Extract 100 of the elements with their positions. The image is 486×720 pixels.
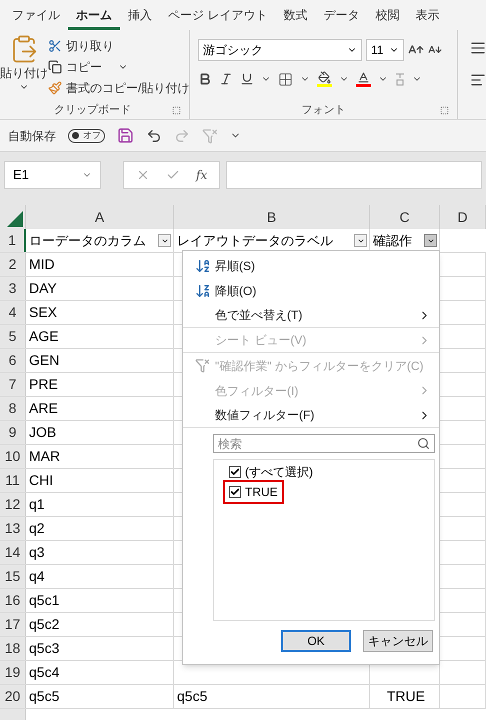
row-header[interactable]: 18	[0, 637, 26, 660]
ribbon-tab[interactable]: 数式	[275, 2, 316, 30]
table-cell-text: 確認作	[373, 232, 412, 250]
value-item[interactable]: TRUE	[225, 482, 282, 502]
dialog-launcher-icon[interactable]	[440, 106, 449, 114]
ribbon-tab[interactable]: 表示	[407, 2, 448, 30]
row-header[interactable]: 17	[0, 613, 26, 636]
ribbon-tab[interactable]: 校閲	[367, 2, 408, 30]
row-header[interactable]: 10	[0, 445, 26, 468]
row-header[interactable]: 8	[0, 397, 26, 420]
table-cell-text: q5c3	[29, 639, 60, 658]
row-header[interactable]: 9	[0, 421, 26, 444]
row-header[interactable]: 12	[0, 493, 26, 516]
row-header[interactable]: 1	[0, 229, 26, 252]
checkbox[interactable]	[229, 486, 241, 498]
row-header[interactable]: 2	[0, 253, 26, 276]
row-header[interactable]: 19	[0, 661, 26, 684]
paste-button[interactable]: 貼り付け	[0, 34, 48, 101]
italic-icon[interactable]	[219, 72, 233, 86]
borders-icon[interactable]	[278, 72, 293, 86]
table-cell-text: q2	[29, 519, 45, 538]
filter-dropdown-button[interactable]	[424, 234, 437, 247]
font-color-icon[interactable]	[356, 71, 371, 87]
row-header[interactable]: 14	[0, 541, 26, 564]
row-header[interactable]: 16	[0, 589, 26, 612]
table-cell-text: SEX	[29, 303, 58, 322]
search-field[interactable]: 検索	[213, 434, 435, 453]
formula-input[interactable]	[226, 161, 482, 189]
ribbon-tab[interactable]: ファイル	[4, 2, 68, 30]
align-top-icon[interactable]	[470, 40, 486, 56]
insert-function-button[interactable]: fx	[196, 166, 208, 184]
search-icon	[417, 437, 430, 450]
table-cell-text: q5c2	[29, 615, 60, 634]
row-header[interactable]: 15	[0, 565, 26, 588]
table-cell-text: PRE	[29, 375, 58, 394]
sort-ascending-icon	[195, 258, 211, 274]
table-cell-text: q3	[29, 543, 45, 562]
name-box[interactable]: E1	[4, 161, 101, 189]
table-cell-text: AGE	[29, 327, 59, 346]
copy-button[interactable]: コピー	[48, 58, 190, 76]
font-size-field[interactable]: 11	[366, 39, 404, 61]
menu-item[interactable]: 数値フィルター(F)	[183, 403, 439, 428]
table-cell-text: TRUE	[386, 687, 425, 706]
paintbrush-icon	[48, 81, 62, 95]
row-header[interactable]: 3	[0, 277, 26, 300]
table-cell-text: q1	[29, 495, 45, 514]
table-cell-text: q5c5	[177, 687, 208, 706]
row-header[interactable]: 5	[0, 325, 26, 348]
save-icon[interactable]	[117, 127, 134, 144]
table-cell-text: MID	[29, 255, 55, 274]
format-painter-button[interactable]: 書式のコピー/貼り付け	[48, 79, 190, 97]
undo-icon[interactable]	[146, 128, 162, 144]
cut-button[interactable]: 切り取り	[48, 37, 190, 55]
table-cell-text: JOB	[29, 423, 56, 442]
table-cell-text: ARE	[29, 399, 58, 418]
row-header[interactable]: 4	[0, 301, 26, 324]
row-header[interactable]: 11	[0, 469, 26, 492]
ribbon-tab[interactable]: 挿入	[120, 2, 160, 30]
table-cell-text: レイアウトデータのラベル	[177, 232, 333, 250]
column-header[interactable]: B	[174, 205, 370, 229]
row-header[interactable]: 6	[0, 349, 26, 372]
table-cell-text: ローデータのカラム	[29, 232, 146, 250]
bold-icon[interactable]	[198, 72, 212, 86]
row-header[interactable]: 7	[0, 373, 26, 396]
column-header[interactable]: D	[440, 205, 486, 229]
menu-item[interactable]: 昇順(S)	[183, 253, 439, 278]
clear-filter-icon	[195, 358, 210, 373]
align-left-icon[interactable]	[470, 72, 486, 88]
value-item[interactable]: (すべて選択)	[225, 462, 317, 482]
group-label: クリップボード	[54, 102, 131, 118]
menu-item[interactable]: 降順(O)	[183, 278, 439, 303]
table-cell-text: q5c1	[29, 591, 60, 610]
autosave-label: 自動保存	[8, 128, 56, 144]
table-cell-text: MAR	[29, 447, 60, 466]
ribbon-tab[interactable]: データ	[315, 2, 368, 30]
ribbon-tab[interactable]: ページ レイアウト	[160, 2, 276, 30]
filter-dropdown-button[interactable]	[158, 234, 171, 247]
fill-color-icon[interactable]	[317, 71, 332, 87]
dialog-button[interactable]: OK	[281, 630, 351, 652]
dialog-button[interactable]: キャンセル	[363, 630, 433, 652]
phonetic-icon[interactable]	[395, 72, 405, 86]
table-cell-text: CHI	[29, 471, 54, 490]
table-cell-text: q5c4	[29, 663, 60, 682]
column-header[interactable]: C	[370, 205, 440, 229]
menu-item[interactable]: 色で並べ替え(T)	[183, 303, 439, 328]
column-header[interactable]: A	[26, 205, 174, 229]
table-cell-text: q5c5	[29, 687, 60, 706]
table-cell-text: DAY	[29, 279, 57, 298]
font-name-field[interactable]: 游ゴシック	[198, 39, 362, 61]
copy-icon	[48, 60, 62, 74]
group-label: フォント	[302, 102, 346, 118]
dialog-launcher-icon[interactable]	[172, 106, 181, 114]
checkbox[interactable]	[229, 466, 241, 478]
filter-dropdown-button[interactable]	[354, 234, 367, 247]
row-header[interactable]: 20	[0, 685, 26, 708]
autosave-toggle[interactable]: オフ	[68, 128, 105, 142]
row-header[interactable]: 13	[0, 517, 26, 540]
table-cell-text: q4	[29, 567, 45, 586]
underline-icon[interactable]	[240, 72, 254, 86]
table-cell-text: GEN	[29, 351, 60, 370]
